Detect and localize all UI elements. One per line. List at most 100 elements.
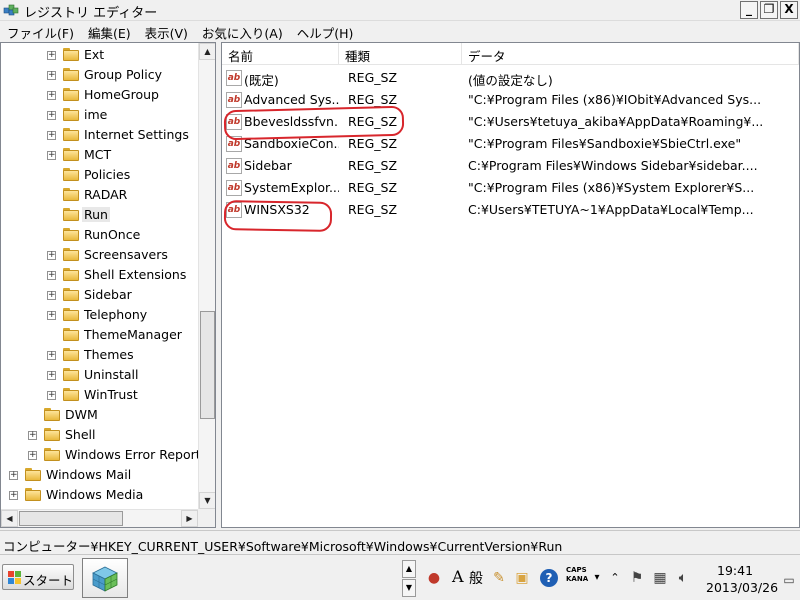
expand-icon[interactable]: +	[47, 131, 56, 140]
tree-item[interactable]: DWM	[1, 405, 199, 425]
ime-mode-indicator[interactable]: A	[452, 567, 464, 586]
menu-edit[interactable]: 編集(E)	[81, 21, 138, 41]
tree-item[interactable]: + Internet Settings	[1, 125, 199, 145]
annotation-circle-winsxs32	[223, 200, 333, 232]
value-name: (既定)	[244, 73, 279, 88]
value-list[interactable]: 名前 種類 データ ab (既定) REG_SZ (値の設定なし) ab Advanced…	[221, 42, 800, 528]
tree-item[interactable]: + WinTrust	[1, 385, 199, 405]
minimize-button[interactable]: _	[740, 1, 758, 19]
scroll-thumb[interactable]	[200, 311, 215, 419]
tree-item-label: Telephony	[84, 307, 148, 322]
hscroll-thumb[interactable]	[19, 511, 123, 526]
tree-item[interactable]: + Ext	[1, 45, 199, 65]
menu-help[interactable]: ヘルプ(H)	[290, 21, 361, 41]
expand-icon[interactable]: +	[47, 111, 56, 120]
scroll-up-icon[interactable]: ▲	[199, 43, 215, 60]
tree-item[interactable]: + Screensavers	[1, 245, 199, 265]
value-type: REG_SZ	[348, 70, 398, 85]
value-data: "C:¥Program Files (x86)¥IObit¥Advanced S…	[468, 92, 762, 107]
folder-icon	[44, 408, 60, 421]
taskbar-registry-editor[interactable]	[82, 558, 128, 598]
column-header-data[interactable]: データ	[462, 43, 799, 65]
scroll-right-icon[interactable]: ▶	[181, 510, 198, 527]
expand-icon[interactable]: +	[47, 271, 56, 280]
column-header-name[interactable]: 名前	[222, 43, 339, 65]
action-center-flag-icon[interactable]: ⚑	[628, 569, 646, 587]
ime-options-chevron-icon[interactable]: ▾	[588, 569, 606, 587]
tree-item[interactable]: + Uninstall	[1, 365, 199, 385]
value-row[interactable]: ab SystemExplor... REG_SZ "C:¥Program Files…	[222, 177, 799, 199]
tree-item[interactable]: + Telephony	[1, 305, 199, 325]
scroll-left-icon[interactable]: ◀	[1, 510, 18, 527]
taskbar-scroll-down-icon[interactable]: ▼	[402, 579, 416, 597]
tree-item[interactable]: + Shell	[1, 425, 199, 445]
help-icon[interactable]: ?	[540, 569, 558, 587]
tree-horizontal-scrollbar[interactable]: ◀ ▶	[1, 509, 198, 527]
expand-icon[interactable]: +	[47, 291, 56, 300]
tree-item-label: ime	[84, 107, 108, 122]
menu-file[interactable]: ファイル(F)	[0, 21, 81, 41]
menu-favorites[interactable]: お気に入り(A)	[195, 21, 290, 41]
scroll-down-icon[interactable]: ▼	[199, 492, 215, 509]
column-header-type[interactable]: 種類	[339, 43, 462, 65]
expand-icon[interactable]: +	[47, 311, 56, 320]
tree-item[interactable]: + ime	[1, 105, 199, 125]
value-row[interactable]: ab (既定) REG_SZ (値の設定なし)	[222, 67, 799, 89]
value-name: SystemExplor...	[244, 180, 339, 195]
tree-item[interactable]: + Windows Error Reportin	[1, 445, 212, 465]
tree-vertical-scrollbar[interactable]: ▲ ▼	[198, 43, 215, 509]
tree-item[interactable]: + Windows Mail	[1, 465, 199, 485]
clock-time[interactable]: 19:41	[717, 563, 753, 578]
tree-item[interactable]: + Shell Extensions	[1, 265, 199, 285]
tree-item-label: Windows Media	[46, 487, 144, 502]
expand-icon[interactable]: +	[47, 71, 56, 80]
tree-item[interactable]: + Windows Media	[1, 485, 199, 505]
start-button[interactable]: スタート	[2, 564, 74, 590]
string-value-icon: ab	[226, 70, 242, 86]
tree-item[interactable]: RADAR	[1, 185, 199, 205]
show-hidden-icons-chevron[interactable]: ⌃	[606, 569, 624, 587]
folder-icon	[63, 368, 79, 381]
tree-item[interactable]: ThemeManager	[1, 325, 199, 345]
expand-icon[interactable]: +	[47, 91, 56, 100]
expand-icon[interactable]: +	[28, 451, 37, 460]
expand-icon[interactable]: +	[9, 491, 18, 500]
ime-kanji-indicator[interactable]: 般	[469, 568, 483, 588]
tree-item[interactable]: + Themes	[1, 345, 199, 365]
volume-icon[interactable]: 🔈︎	[674, 569, 692, 587]
close-button[interactable]: X	[780, 1, 798, 19]
windows-logo-icon	[8, 571, 22, 585]
string-value-icon: ab	[226, 158, 242, 174]
tree-item[interactable]: + MCT	[1, 145, 199, 165]
ime-pad-icon[interactable]: ✎	[490, 569, 508, 587]
tree-item-label: DWM	[65, 407, 98, 422]
menu-view[interactable]: 表示(V)	[138, 21, 195, 41]
tree-item[interactable]: RunOnce	[1, 225, 199, 245]
tree-item[interactable]: + Group Policy	[1, 65, 199, 85]
tree-item-label: Windows Mail	[46, 467, 132, 482]
folder-icon	[63, 388, 79, 401]
clock-date[interactable]: 2013/03/26	[706, 580, 778, 595]
show-desktop-icon[interactable]: ▭	[780, 571, 798, 589]
taskbar-scroll-up-icon[interactable]: ▲	[402, 560, 416, 578]
network-icon[interactable]: ▦	[651, 569, 669, 587]
tree-item[interactable]: + HomeGroup	[1, 85, 199, 105]
maximize-button[interactable]: ❐	[760, 1, 778, 19]
red-icon[interactable]: ●	[425, 569, 443, 587]
expand-icon[interactable]: +	[47, 351, 56, 360]
expand-icon[interactable]: +	[47, 251, 56, 260]
expand-icon[interactable]: +	[9, 471, 18, 480]
registry-tree[interactable]: + Ext + Group Policy + HomeGroup + ime + Internet…	[0, 42, 216, 528]
expand-icon[interactable]: +	[47, 391, 56, 400]
folder-icon	[63, 48, 79, 61]
expand-icon[interactable]: +	[47, 51, 56, 60]
expand-icon[interactable]: +	[47, 371, 56, 380]
tree-item[interactable]: Policies	[1, 165, 199, 185]
expand-icon[interactable]: +	[28, 431, 37, 440]
tree-item[interactable]: + Sidebar	[1, 285, 199, 305]
package-icon[interactable]: ▣	[513, 569, 531, 587]
caps-kana-indicator: CAPS KANA	[566, 566, 589, 583]
tree-item[interactable]: Run	[1, 205, 199, 225]
expand-icon[interactable]: +	[47, 151, 56, 160]
value-row[interactable]: ab Sidebar REG_SZ C:¥Program Files¥Windows …	[222, 155, 799, 177]
